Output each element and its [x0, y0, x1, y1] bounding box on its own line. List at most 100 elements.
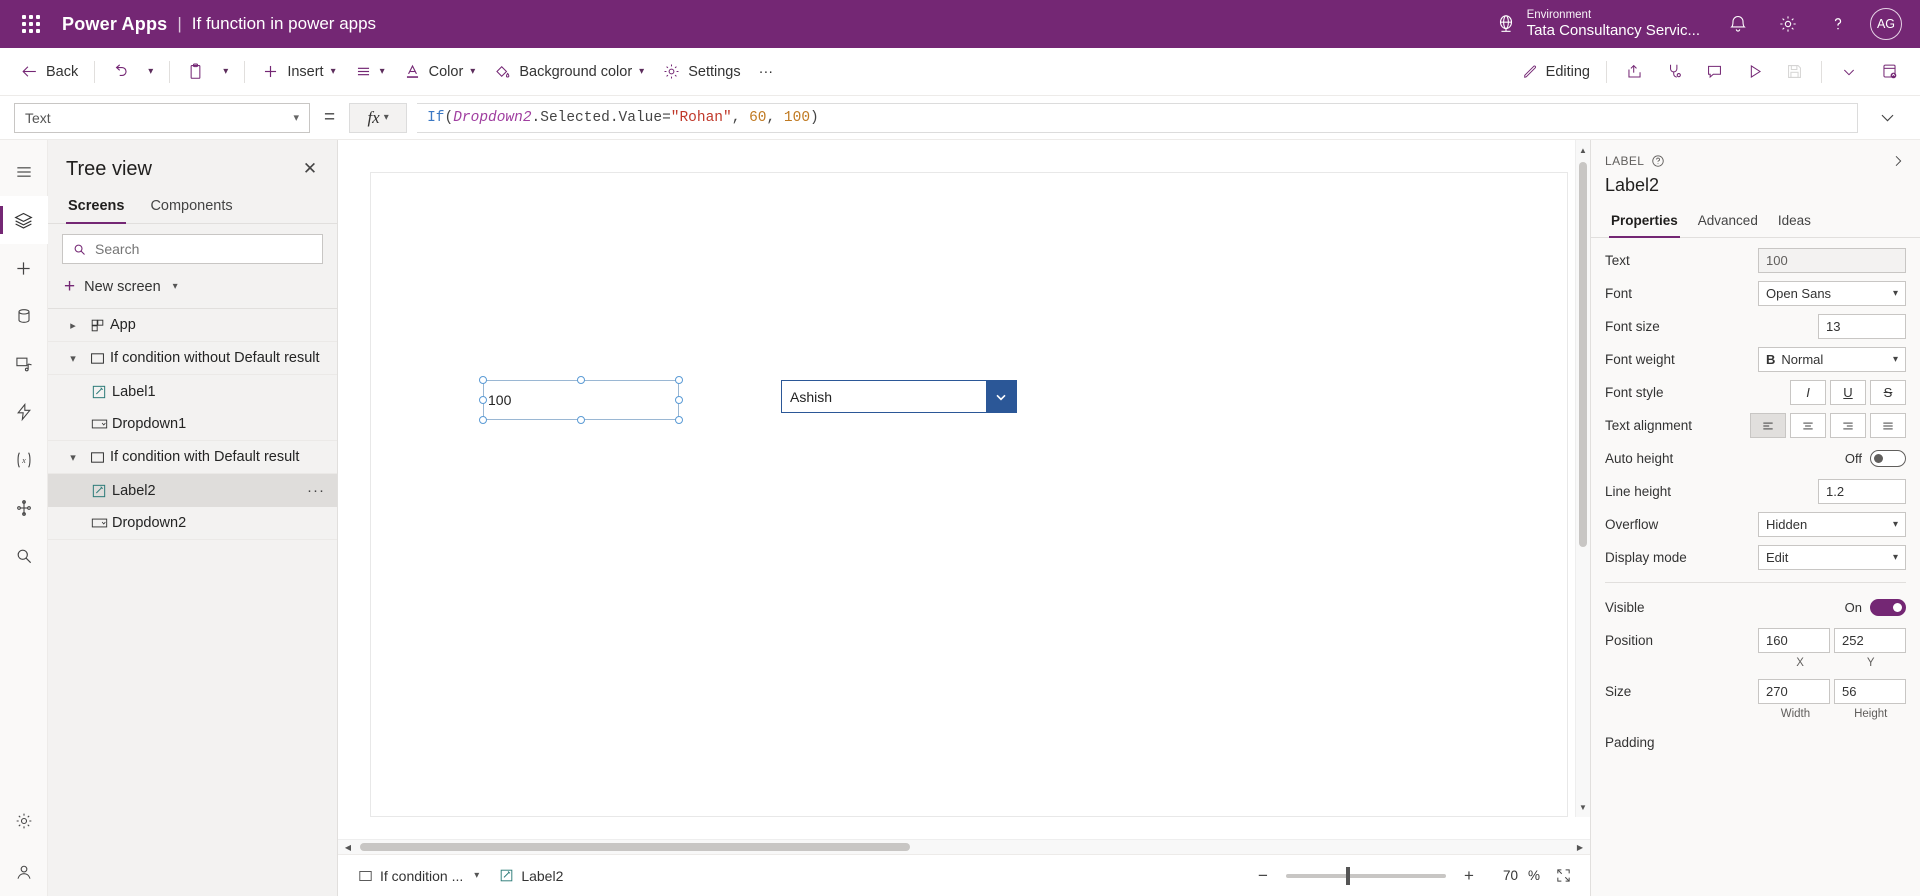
text-field[interactable]: 100 — [1758, 248, 1906, 273]
scroll-right-icon[interactable]: ▶ — [1570, 840, 1590, 854]
plus-icon[interactable]: + — [1456, 863, 1482, 889]
minus-icon[interactable]: − — [1250, 863, 1276, 889]
chevron-right-icon[interactable] — [1890, 153, 1906, 169]
breadcrumb-control[interactable]: Label2 — [493, 864, 569, 888]
insert-icon[interactable] — [0, 244, 48, 292]
tree-item-dropdown2[interactable]: Dropdown2 — [48, 507, 337, 540]
tree-item-app[interactable]: ▸ App — [48, 309, 337, 342]
brand-name[interactable]: Power Apps — [62, 14, 167, 35]
align-justify-icon[interactable] — [1870, 413, 1906, 438]
play-preview-icon[interactable] — [1735, 55, 1773, 89]
tab-screens[interactable]: Screens — [58, 190, 134, 224]
line-height-field[interactable]: 1.2 — [1818, 479, 1906, 504]
search-box[interactable] — [62, 234, 323, 264]
resize-handle-top-center[interactable] — [577, 376, 585, 384]
paste-button[interactable] — [178, 55, 213, 89]
resize-handle-bottom-right[interactable] — [675, 416, 683, 424]
visible-toggle[interactable] — [1870, 599, 1906, 616]
power-automate-icon[interactable] — [0, 388, 48, 436]
chevron-right-icon[interactable]: ▸ — [62, 319, 84, 332]
variables-icon[interactable]: x — [0, 436, 48, 484]
chevron-down-icon[interactable] — [986, 381, 1016, 412]
tab-advanced[interactable]: Advanced — [1690, 208, 1766, 237]
components-icon[interactable] — [0, 484, 48, 532]
align-center-icon[interactable] — [1790, 413, 1826, 438]
align-left-icon[interactable] — [1750, 413, 1786, 438]
tab-properties[interactable]: Properties — [1603, 208, 1686, 238]
tab-ideas[interactable]: Ideas — [1770, 208, 1819, 237]
close-icon[interactable]: ✕ — [297, 156, 323, 182]
search-input[interactable] — [95, 241, 313, 257]
position-x-field[interactable]: 160 — [1758, 628, 1830, 653]
font-dropdown[interactable]: Open Sans ▾ — [1758, 281, 1906, 306]
strikethrough-icon[interactable]: S — [1870, 380, 1906, 405]
search-icon[interactable] — [0, 532, 48, 580]
canvas-dropdown-control[interactable]: Ashish — [781, 380, 1017, 413]
layout-button[interactable]: ▾ — [346, 55, 393, 89]
overflow-button[interactable]: ··· — [751, 55, 782, 89]
chevron-down-icon[interactable]: ▾ — [62, 451, 84, 464]
background-color-button[interactable]: Background color ▾ — [485, 55, 652, 89]
scrollbar-thumb[interactable] — [1579, 162, 1587, 547]
settings-button[interactable]: Settings — [654, 55, 748, 89]
formula-input[interactable]: If(Dropdown2 .Selected.Value= "Rohan", 60,… — [417, 102, 1858, 133]
save-icon[interactable] — [1775, 55, 1813, 89]
tree-item-dropdown1[interactable]: Dropdown1 — [48, 408, 337, 441]
tree-item-label1[interactable]: Label1 — [48, 375, 337, 408]
chevron-down-icon[interactable] — [1830, 55, 1868, 89]
undo-button[interactable] — [103, 55, 138, 89]
back-button[interactable]: Back — [12, 55, 86, 89]
display-mode-dropdown[interactable]: Edit ▾ — [1758, 545, 1906, 570]
insert-button[interactable]: Insert ▾ — [253, 55, 343, 89]
hamburger-menu-icon[interactable] — [0, 148, 48, 196]
editing-mode-button[interactable]: Editing — [1513, 55, 1598, 89]
app-title[interactable]: If function in power apps — [192, 14, 376, 34]
tab-components[interactable]: Components — [140, 190, 242, 223]
property-selector[interactable]: Text ▾ — [14, 102, 310, 133]
advanced-settings-icon[interactable] — [0, 800, 48, 848]
paste-dropdown[interactable]: ▾ — [215, 55, 236, 89]
app-launcher-icon[interactable] — [14, 7, 48, 41]
italic-icon[interactable]: I — [1790, 380, 1826, 405]
formula-bar-expand-button[interactable] — [1868, 103, 1906, 133]
canvas-label-control[interactable]: 100 — [483, 380, 679, 420]
help-circle-icon[interactable] — [1651, 154, 1665, 168]
tree-item-screen-without-default[interactable]: ▾ If condition without Default result — [48, 342, 337, 375]
zoom-slider-thumb[interactable] — [1345, 866, 1350, 885]
tree-view-icon[interactable] — [0, 196, 48, 244]
share-icon[interactable] — [1615, 55, 1653, 89]
data-icon[interactable] — [0, 292, 48, 340]
account-icon[interactable] — [0, 848, 48, 896]
font-size-field[interactable]: 13 — [1818, 314, 1906, 339]
align-right-icon[interactable] — [1830, 413, 1866, 438]
canvas-area[interactable]: 100 Ashish ▲ ▼ — [338, 140, 1590, 839]
fit-screen-icon[interactable] — [1550, 863, 1576, 889]
resize-handle-middle-left[interactable] — [479, 396, 487, 404]
resize-handle-top-right[interactable] — [675, 376, 683, 384]
resize-handle-bottom-left[interactable] — [479, 416, 487, 424]
underline-icon[interactable]: U — [1830, 380, 1866, 405]
scroll-up-icon[interactable]: ▲ — [1576, 140, 1590, 160]
resize-handle-bottom-center[interactable] — [577, 416, 585, 424]
bell-icon[interactable] — [1716, 2, 1760, 46]
font-weight-dropdown[interactable]: B Normal ▾ — [1758, 347, 1906, 372]
question-icon[interactable] — [1816, 2, 1860, 46]
comment-icon[interactable] — [1695, 55, 1733, 89]
environment-switcher[interactable]: Environment Tata Consultancy Servic... — [1485, 9, 1710, 39]
new-screen-button[interactable]: + New screen ▾ — [48, 270, 337, 309]
scrollbar-thumb[interactable] — [360, 843, 910, 851]
tree-item-screen-with-default[interactable]: ▾ If condition with Default result — [48, 441, 337, 474]
chevron-down-icon[interactable]: ▾ — [474, 870, 479, 881]
app-screen[interactable]: 100 Ashish — [370, 172, 1568, 817]
tree-item-label2[interactable]: Label2 ··· — [48, 474, 337, 507]
zoom-slider[interactable] — [1285, 866, 1446, 885]
fx-button[interactable]: fx ▾ — [349, 102, 408, 133]
scroll-down-icon[interactable]: ▼ — [1576, 797, 1590, 817]
scroll-left-icon[interactable]: ◀ — [338, 840, 358, 854]
resize-handle-middle-right[interactable] — [675, 396, 683, 404]
gear-icon[interactable] — [1766, 2, 1810, 46]
position-y-field[interactable]: 252 — [1834, 628, 1906, 653]
size-width-field[interactable]: 270 — [1758, 679, 1830, 704]
breadcrumb-screen[interactable]: If condition ... ▾ — [352, 864, 485, 888]
app-checker-icon[interactable] — [1655, 55, 1693, 89]
